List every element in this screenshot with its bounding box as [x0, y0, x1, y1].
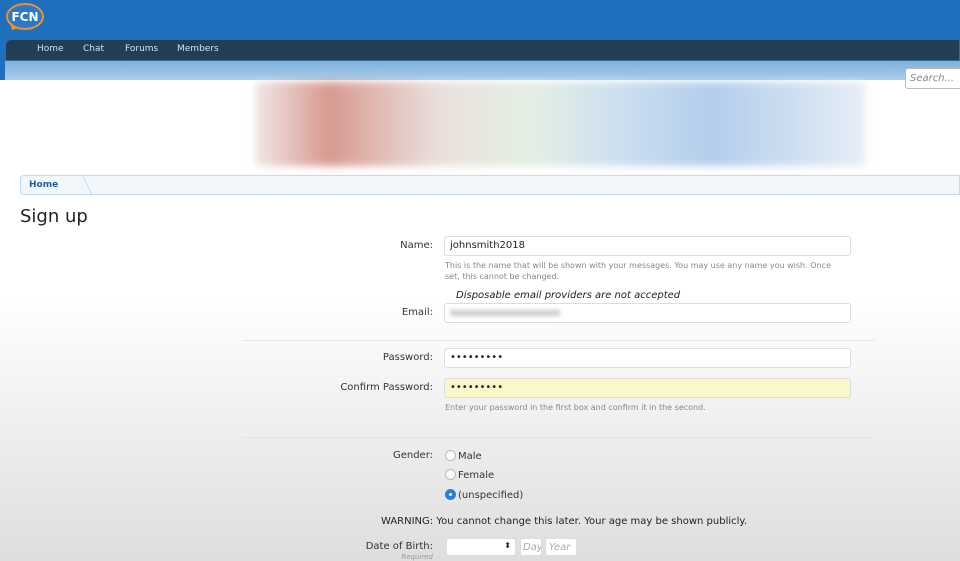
nav-chat[interactable]: Chat: [83, 44, 104, 54]
nav-forums[interactable]: Forums: [125, 44, 158, 54]
confirm-password-input[interactable]: •••••••••: [444, 378, 851, 398]
email-notice: Disposable email providers are not accep…: [456, 290, 681, 301]
gender-female-label: Female: [458, 470, 495, 481]
sub-nav: [5, 61, 960, 80]
site-logo[interactable]: FCN: [6, 3, 44, 30]
select-arrows-icon: ⬍: [504, 541, 511, 550]
banner-image: [255, 82, 865, 166]
search-input[interactable]: Search...: [905, 68, 960, 89]
nav-home[interactable]: Home: [37, 44, 64, 54]
name-input[interactable]: johnsmith2018: [444, 236, 851, 256]
month-select[interactable]: ⬍: [446, 538, 516, 556]
page-title: Sign up: [20, 206, 88, 227]
name-label: Name:: [400, 240, 433, 251]
nav-members[interactable]: Members: [177, 44, 219, 54]
confirm-password-label: Confirm Password:: [340, 382, 433, 393]
gender-male-radio[interactable]: Male: [445, 450, 482, 462]
gender-female-radio[interactable]: Female: [445, 469, 494, 481]
dob-label: Date of Birth:: [365, 541, 433, 552]
password-input[interactable]: •••••••••: [444, 348, 851, 368]
name-hint: This is the name that will be shown with…: [445, 261, 831, 281]
password-label: Password:: [382, 352, 433, 363]
email-input[interactable]: [444, 303, 851, 323]
password-hint: Enter your password in the first box and…: [445, 403, 706, 412]
year-input[interactable]: Year: [545, 538, 577, 556]
day-input[interactable]: Day: [520, 538, 542, 556]
divider: [243, 340, 875, 341]
gender-label: Gender:: [392, 450, 433, 461]
gender-unspecified-radio[interactable]: (unspecified): [445, 489, 523, 501]
breadcrumb: Home: [20, 175, 960, 195]
age-warning: WARNING: You cannot change this later. Y…: [381, 516, 748, 527]
divider: [243, 437, 875, 438]
breadcrumb-home[interactable]: Home: [29, 180, 58, 190]
dob-required: Required: [401, 553, 433, 561]
main-nav: Home Chat Forums Members: [5, 39, 960, 61]
gender-male-label: Male: [458, 451, 482, 462]
email-label: Email:: [401, 307, 433, 318]
site-header: FCN Home Chat Forums Members: [0, 0, 960, 80]
gender-unspecified-label: (unspecified): [458, 490, 524, 501]
